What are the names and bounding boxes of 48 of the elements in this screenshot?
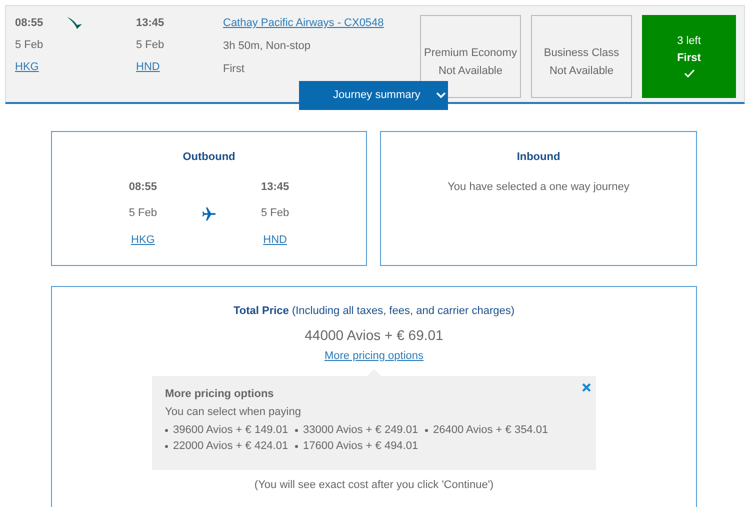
total-price-label: Total Price (Including all taxes, fees, and carrier charges) [233,305,515,318]
airport-link[interactable]: HKG [131,234,155,247]
popover-subtitle: You can select when paying [165,406,302,420]
airplane-icon [201,206,217,222]
fare-name: Business Class [544,46,620,60]
seats-left: 3 left [677,34,701,48]
cabin: First [223,63,246,77]
bird-logo-icon [66,16,84,30]
time: 08:55 [15,17,44,30]
price-amount: 44000 Avios + € 69.01 [304,327,444,344]
fare-option[interactable]: Business Class Not Available [531,15,632,98]
duration: 3h 50m, Non-stop [223,40,312,54]
time: 08:55 [128,181,157,194]
fare-name: First [677,52,701,66]
card-title: Inbound [516,151,560,164]
availability: Not Available [438,65,502,78]
pricing-option: 39600 Avios + € 149.01 [173,424,288,437]
pricing-option: 17600 Avios + € 494.01 [303,440,418,453]
fare-option[interactable]: Premium Economy Not Available [420,15,521,98]
date: 5 Feb [136,39,166,52]
airline-link[interactable]: Cathay Pacific Airways - CX0548 [223,17,384,30]
airport-link[interactable]: HND [136,61,160,75]
date: 5 Feb [128,207,157,221]
more-pricing-link[interactable]: More pricing options [324,350,424,364]
one-way-message: You have selected a one way journey [448,181,630,194]
card-title: Outbound [182,151,236,164]
popover-title: More pricing options [165,388,275,402]
airport-link[interactable]: HND [263,234,287,247]
pricing-option: 33000 Avios + € 249.01 [303,424,418,437]
date: 5 Feb [261,207,290,221]
availability: Not Available [549,65,614,78]
pricing-option: 22000 Avios + € 424.01 [173,440,288,453]
bullet-icon [425,428,428,432]
journey-summary-button[interactable]: Journey summary [299,81,448,110]
fare-option[interactable]: 3 left First [642,15,736,98]
pricing-option: 26400 Avios + € 354.01 [433,424,548,437]
fare-name: Premium Economy [424,46,517,60]
check-icon [684,69,694,78]
close-button[interactable] [580,381,592,394]
date: 5 Feb [15,39,44,52]
time: 13:45 [261,181,290,194]
bullet-icon [165,444,168,448]
airport-link[interactable]: HKG [15,61,39,75]
bullet-icon [295,444,298,448]
bullet-icon [295,428,298,432]
time: 13:45 [136,17,166,30]
cost-note: (You will see exact cost after you click 'Continue') [254,479,494,492]
bullet-icon [165,428,168,432]
